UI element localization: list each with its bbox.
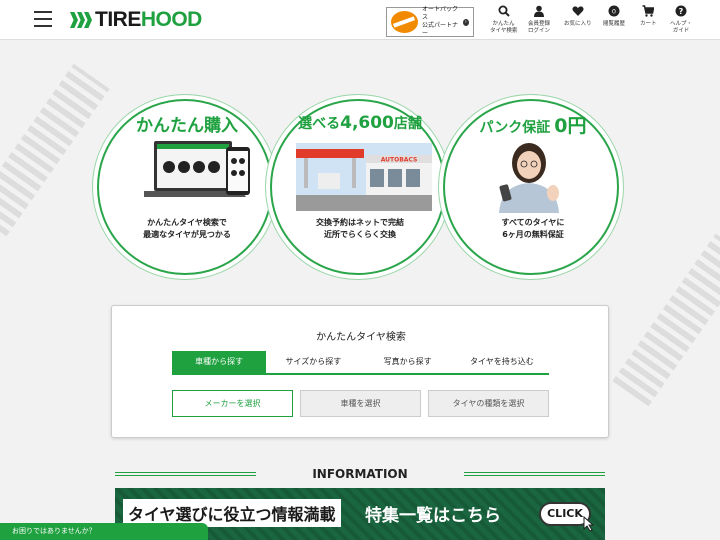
feature-warranty-title-a: パンク保証 (479, 120, 551, 136)
menu-icon[interactable] (34, 11, 52, 27)
nav-help[interactable]: ? ヘルプ・ ガイド (670, 5, 692, 35)
logo-text-tire: TIRE (95, 8, 141, 31)
history-badge: 0 (612, 7, 616, 15)
nav-search-label2: タイヤ検索 (490, 28, 518, 34)
autobacs-store-sign: AUTOBACS (381, 157, 418, 164)
user-icon (534, 5, 544, 17)
laptop-phone-image (144, 141, 250, 197)
partner-line2: 公式パートナー (421, 22, 458, 37)
tab-by-car[interactable]: 車種から探す (172, 351, 267, 373)
nav-search-label1: かんたん (492, 21, 515, 27)
cursor-pointer-icon (583, 516, 595, 532)
nav-login[interactable]: 会員登録 ログイン (528, 5, 550, 35)
feature-puncture-warranty: パンク保証 0円 すべてのタイヤに 6ヶ月の無料保証 (443, 99, 619, 275)
history-icon: 0 (608, 5, 620, 17)
search-title: かんたんタイヤ検索 (316, 332, 406, 343)
nav-help-label2: ガイド (672, 28, 690, 34)
information-heading: INFORMATION (312, 467, 408, 481)
feature-stores-line2: 近所でらくらく交換 (324, 230, 396, 239)
nav-help-label1: ヘルプ・ (670, 21, 693, 27)
feature-stores-line1: 交換予約はネットで完結 (316, 218, 404, 227)
tab-by-size[interactable]: サイズから探す (266, 351, 360, 373)
nav-history-label: 閲覧履歴 (603, 21, 626, 27)
nav-favorites-label: お気に入り (564, 21, 592, 27)
nav-login-label1: 会員登録 (528, 21, 551, 27)
tire-type-select[interactable]: タイヤの種類を選択 (428, 390, 549, 417)
car-model-select[interactable]: 車種を選択 (300, 390, 421, 417)
nav-history[interactable]: 0 閲覧履歴 (603, 5, 625, 28)
nav-favorites[interactable]: お気に入り (564, 5, 592, 28)
feature-stores-title: 選べる4,600店舗 (272, 113, 448, 133)
feature-warranty-title-b: 0円 (554, 115, 587, 137)
help-icon: ? (675, 5, 687, 17)
nav-login-label2: ログイン (528, 28, 551, 34)
logo-chevrons-icon (70, 12, 92, 28)
search-tabs: 車種から探す サイズから探す 写真から探す タイヤを持ち込む (172, 351, 549, 375)
tab-by-photo[interactable]: 写真から探す (361, 351, 455, 373)
autobacs-partner-link[interactable]: オートバックス 公式パートナー › (386, 6, 474, 37)
help-chat-bar[interactable]: お困りではありませんか？ (0, 523, 208, 540)
feature-stores: 選べる4,600店舗 AUTOBACS 交換予約はネットで完結 近所でらくらく交… (270, 99, 446, 275)
tire-track-decoration-left (0, 63, 110, 237)
feature-easy-purchase: かんたん購入 かんたんタイヤ検索で 最適なタイヤが見つかる (97, 99, 273, 275)
cart-icon (642, 5, 655, 17)
nav-cart[interactable]: カート (640, 5, 657, 28)
nav-search[interactable]: かんたん タイヤ検索 (490, 5, 517, 35)
heart-icon (572, 6, 584, 17)
logo-text-hood: HOOD (140, 8, 203, 31)
feature-warranty-line1: すべてのタイヤに (501, 218, 565, 227)
site-logo[interactable]: TIREHOOD (70, 8, 203, 31)
feature-warranty-title: パンク保証 0円 (445, 111, 621, 138)
feature-warranty-line2: 6ヶ月の無料保証 (502, 230, 564, 239)
svg-text:?: ? (679, 7, 684, 16)
tab-bring-tires[interactable]: タイヤを持ち込む (455, 351, 549, 373)
feature-easy-purchase-line2: 最適なタイヤが見つかる (143, 230, 231, 239)
autobacs-logo-icon (391, 11, 418, 33)
banner-right-text: 特集一覧はこちら (365, 506, 501, 526)
feature-stores-title-b: 4,600 (340, 113, 394, 133)
tire-track-decoration-right (612, 233, 720, 407)
search-icon (498, 5, 510, 17)
tire-search-panel: かんたんタイヤ検索 車種から探す サイズから探す 写真から探す タイヤを持ち込む… (111, 305, 609, 438)
smiling-woman-image (499, 143, 559, 213)
feature-easy-purchase-line1: かんたんタイヤ検索で (147, 218, 227, 227)
feature-stores-title-a: 選べる (298, 116, 341, 132)
nav-cart-label: カート (640, 21, 657, 27)
feature-stores-title-c: 店舗 (393, 116, 422, 132)
maker-select[interactable]: メーカーを選択 (172, 390, 293, 417)
site-header: TIREHOOD オートバックス 公式パートナー › かんたん タイヤ検索 会員登… (0, 0, 720, 40)
partner-line1: オートバックス (421, 6, 458, 21)
arrow-right-icon: › (462, 18, 469, 26)
store-photo-image: AUTOBACS (296, 143, 432, 211)
feature-easy-purchase-title: かんたん購入 (136, 116, 238, 136)
